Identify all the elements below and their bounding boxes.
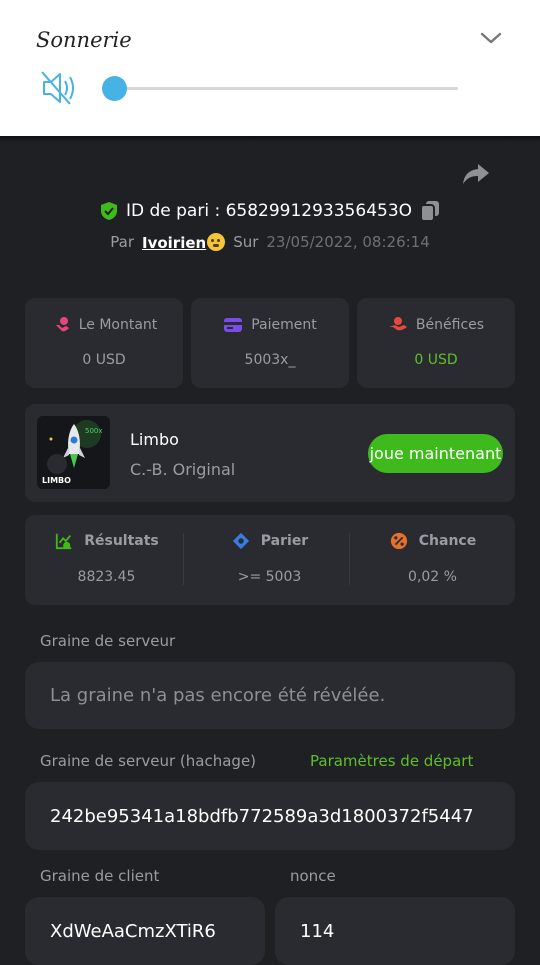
- play-now-button[interactable]: joue maintenant: [368, 434, 503, 473]
- server-seed-label: Graine de serveur: [40, 632, 176, 650]
- share-icon[interactable]: [462, 162, 490, 186]
- ringtone-volume-panel: Sonnerie: [0, 0, 540, 136]
- bet-id-row: ID de pari : 6582991293356453O: [0, 198, 540, 224]
- emoji-icon: [207, 232, 226, 251]
- volume-slider-thumb[interactable]: [102, 76, 127, 101]
- money-hand-icon: [51, 317, 69, 332]
- game-thumbnail[interactable]: 500x LIMBO: [37, 416, 110, 489]
- game-provider: C.-B. Original: [130, 460, 236, 479]
- results-column: Résultats 8823.45: [25, 515, 188, 605]
- server-hash-label: Graine de serveur (hachage): [40, 752, 257, 770]
- amount-value: 0 USD: [82, 352, 126, 368]
- server-seed-field[interactable]: La graine n'a pas encore été révélée.: [25, 662, 515, 729]
- profit-card: Bénéfices 0 USD: [357, 298, 515, 388]
- speaker-muted-icon[interactable]: [40, 70, 78, 106]
- bet-target-value: >= 5003: [237, 569, 302, 585]
- card-icon: [224, 318, 243, 332]
- username-link[interactable]: Ivoirien: [142, 232, 226, 252]
- game-card[interactable]: 500x LIMBO Limbo C.-B. Original joue mai…: [25, 404, 515, 502]
- by-label: Par: [110, 233, 134, 251]
- results-label: Résultats: [84, 533, 159, 549]
- rocket-icon: 500x LIMBO: [37, 416, 110, 489]
- chevron-down-icon[interactable]: [480, 30, 502, 46]
- chart-check-icon: [56, 533, 72, 550]
- payout-value: 5003x_: [244, 352, 296, 368]
- profit-label: Bénéfices: [415, 317, 485, 333]
- results-card: Résultats 8823.45 Parier >= 5003 Chance …: [25, 515, 515, 605]
- shield-check-icon: [100, 202, 117, 220]
- bet-date: 23/05/2022, 08:26:14: [266, 233, 430, 251]
- bet-target-column: Parier >= 5003: [188, 515, 351, 605]
- ringtone-title: Sonnerie: [36, 28, 132, 52]
- bet-id: ID de pari : 6582991293356453O: [125, 201, 413, 221]
- game-thumb-multiplier: 500x: [85, 427, 103, 435]
- volume-slider[interactable]: [102, 76, 458, 101]
- server-hash-field[interactable]: 242be95341a18bdfb772589a3d1800372f5447: [25, 782, 515, 850]
- chance-label: Chance: [418, 533, 477, 549]
- bet-target-label: Parier: [260, 533, 309, 549]
- amount-label: Le Montant: [78, 317, 158, 333]
- nonce-field[interactable]: 114: [275, 897, 515, 965]
- target-tag-icon: [232, 532, 249, 550]
- on-label: Sur: [233, 233, 259, 251]
- divider: [349, 533, 350, 585]
- nonce-label: nonce: [290, 867, 336, 885]
- profit-hand-icon: [388, 317, 407, 331]
- percent-icon: [390, 532, 407, 550]
- volume-slider-track[interactable]: [112, 87, 458, 90]
- payout-card: Paiement 5003x_: [191, 298, 349, 388]
- chance-column: Chance 0,02 %: [351, 515, 514, 605]
- profit-value: 0 USD: [414, 352, 458, 368]
- divider: [183, 533, 184, 585]
- panel-shadow: [0, 136, 540, 142]
- results-value: 8823.45: [77, 569, 136, 585]
- copy-icon[interactable]: [420, 200, 440, 222]
- client-seed-field[interactable]: XdWeAaCmzXTiR6: [25, 897, 265, 965]
- game-thumb-label: LIMBO: [42, 476, 71, 485]
- client-seed-label: Graine de client: [40, 867, 160, 885]
- bet-author-row: Par Ivoirien Sur 23/05/2022, 08:26:14: [0, 230, 540, 254]
- game-name: Limbo: [130, 430, 179, 449]
- chance-value: 0,02 %: [408, 569, 457, 585]
- username-text[interactable]: Ivoirien: [142, 234, 206, 252]
- payout-label: Paiement: [251, 317, 317, 333]
- amount-card: Le Montant 0 USD: [25, 298, 183, 388]
- start-params-link[interactable]: Paramètres de départ: [310, 752, 473, 770]
